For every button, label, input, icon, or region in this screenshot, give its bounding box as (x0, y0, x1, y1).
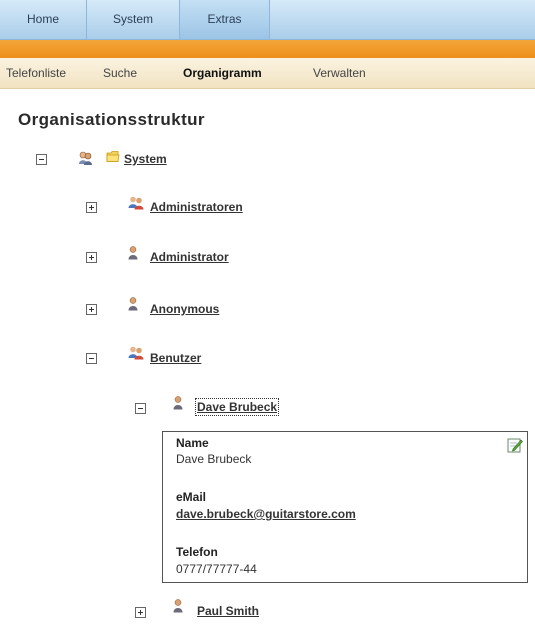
expand-toggle-administratoren[interactable] (86, 202, 97, 213)
tab-system[interactable]: System (87, 0, 180, 39)
detail-phone-value: 0777/77777-44 (176, 562, 257, 576)
top-navigation: Home System Extras (0, 0, 535, 40)
subnav-suche[interactable]: Suche (103, 58, 137, 88)
subnav-verwalten[interactable]: Verwalten (313, 58, 366, 88)
user-detail-card: Name Dave Brubeck eMail dave.brubeck@gui… (162, 431, 528, 583)
expand-toggle-administrator[interactable] (86, 252, 97, 263)
subnav-organigramm[interactable]: Organigramm (183, 58, 262, 88)
detail-phone-label: Telefon (176, 545, 218, 559)
detail-email-label: eMail (176, 490, 207, 504)
expand-toggle-paul-smith[interactable] (135, 607, 146, 618)
page-title: Organisationsstruktur (18, 110, 205, 129)
user-icon (128, 246, 138, 260)
detail-email-link[interactable]: dave.brubeck@guitarstore.com (176, 507, 356, 521)
tree-node-dave-brubeck[interactable]: Dave Brubeck (194, 398, 280, 416)
tree-node-administrator[interactable]: Administrator (150, 250, 229, 264)
user-icon (128, 297, 138, 311)
detail-name-label: Name (176, 436, 209, 450)
tree-node-administratoren[interactable]: Administratoren (150, 200, 243, 214)
folder-icon (106, 151, 120, 162)
tree-node-anonymous[interactable]: Anonymous (150, 302, 219, 316)
expand-toggle-anonymous[interactable] (86, 304, 97, 315)
collapse-toggle-system[interactable] (36, 154, 47, 165)
tab-extras[interactable]: Extras (180, 0, 270, 39)
user-icon (173, 599, 183, 613)
tree-node-benutzer[interactable]: Benutzer (150, 351, 201, 365)
sub-navigation: Telefonliste Suche Organigramm Verwalten (0, 58, 535, 89)
group-icon (128, 196, 144, 210)
group-icon (128, 346, 144, 360)
detail-name-value: Dave Brubeck (176, 452, 252, 466)
collapse-toggle-dave-brubeck[interactable] (135, 403, 146, 414)
user-icon (173, 396, 183, 410)
collapse-toggle-benutzer[interactable] (86, 353, 97, 364)
tree-node-paul-smith[interactable]: Paul Smith (197, 604, 259, 618)
users-icon (79, 151, 92, 165)
accent-bar (0, 40, 535, 58)
tab-home[interactable]: Home (0, 0, 87, 39)
tree-node-system[interactable]: System (124, 152, 167, 166)
subnav-telefonliste[interactable]: Telefonliste (6, 58, 66, 88)
edit-icon[interactable] (507, 437, 523, 453)
